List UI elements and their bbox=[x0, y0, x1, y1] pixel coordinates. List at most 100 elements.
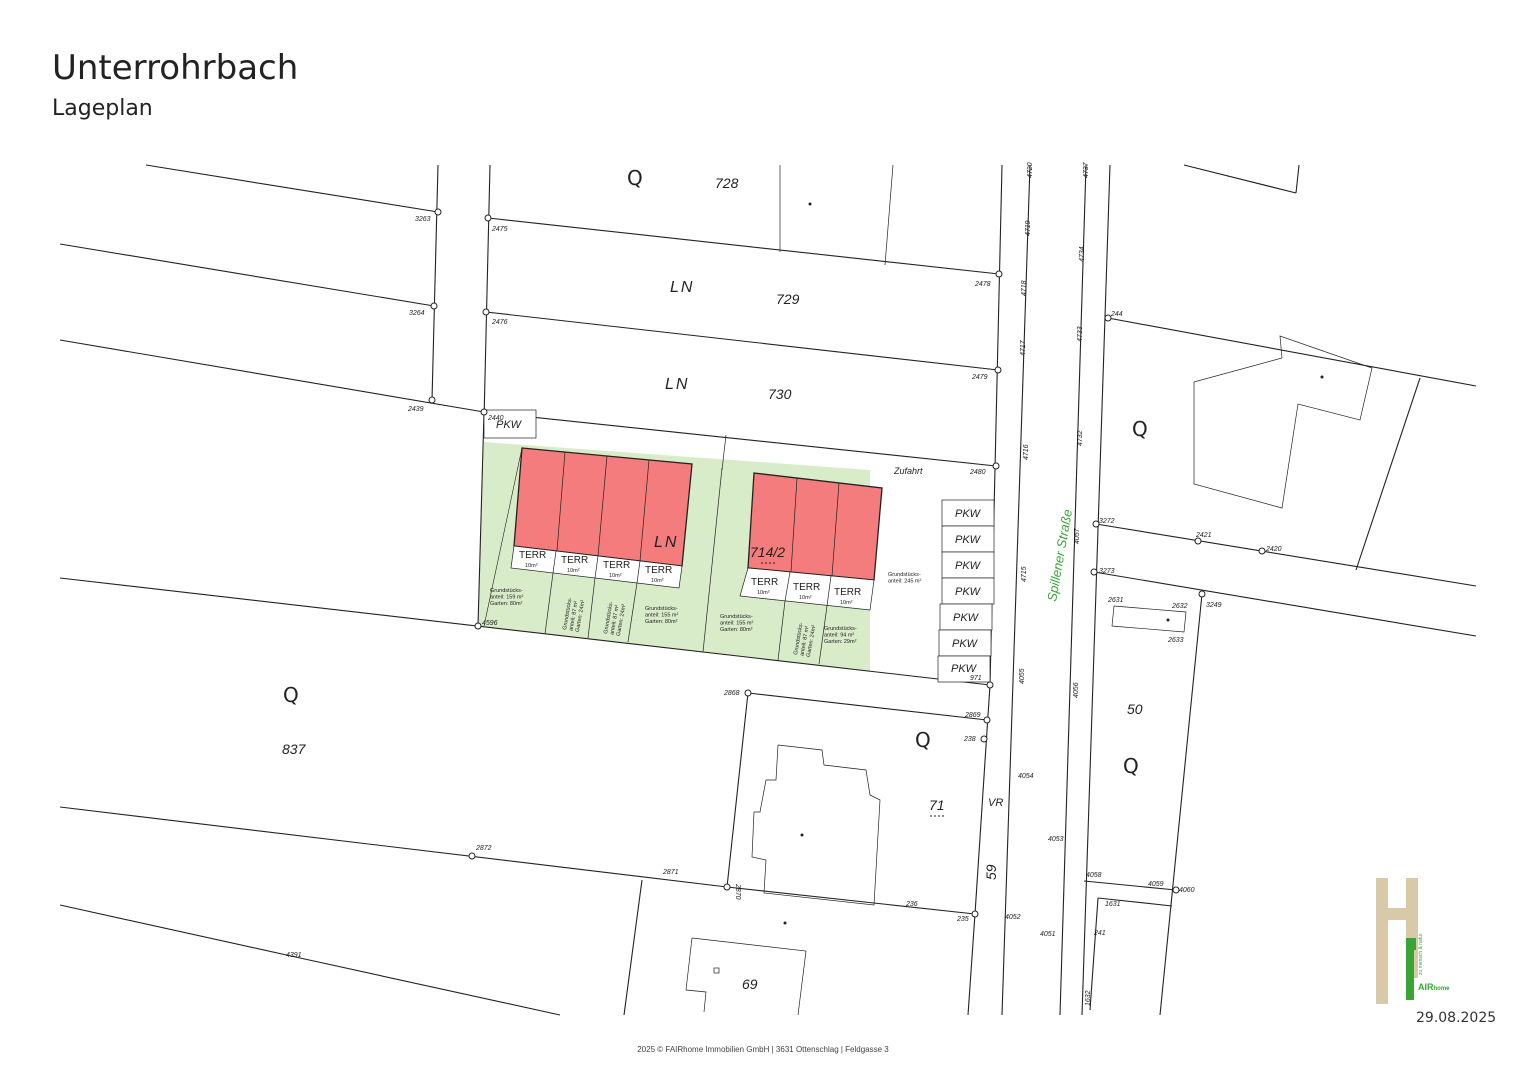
point-label: 2475 bbox=[491, 226, 508, 233]
logo-brand-suffix: home bbox=[1433, 986, 1450, 992]
point-label: 4715 bbox=[1021, 566, 1028, 582]
point-label: 3264 bbox=[409, 310, 425, 317]
plan-date: 29.08.2025 bbox=[1416, 1010, 1497, 1026]
house-block-east bbox=[747, 472, 883, 581]
point-label: 4719 bbox=[1025, 220, 1032, 236]
pkw-label: PKW bbox=[955, 560, 982, 572]
terr-label: TERR bbox=[793, 582, 820, 593]
terr-area: 10m² bbox=[609, 573, 622, 579]
point-label: 2870 bbox=[734, 883, 741, 900]
parcel-728: 728 bbox=[715, 175, 739, 191]
parcel-730: 730 bbox=[768, 386, 792, 402]
point-label: 4059 bbox=[1148, 881, 1164, 888]
point-label: 1631 bbox=[1105, 901, 1121, 908]
point-label: 2631 bbox=[1107, 597, 1124, 604]
pkw-label: PKW bbox=[955, 586, 982, 598]
logo-tagline: zu mensch & natur bbox=[1418, 933, 1424, 975]
point-label: 2633 bbox=[1167, 637, 1184, 644]
point-label: 4718 bbox=[1021, 280, 1028, 296]
lot-note-line: Garten: 80m² bbox=[490, 601, 523, 607]
lot-note-line: Garten: 80m² bbox=[720, 627, 753, 633]
usage-q-50: Q bbox=[1123, 754, 1139, 778]
point-label: 4737 bbox=[1083, 161, 1090, 178]
pkw-label: PKW bbox=[955, 508, 982, 520]
point-label: 4733 bbox=[1077, 326, 1084, 342]
point-label: 2480 bbox=[969, 469, 986, 476]
point-label: 4391 bbox=[286, 952, 302, 959]
usage-ln-714: LN bbox=[654, 534, 678, 551]
footer-copyright: 2025 © FAIRhome Immobilien GmbH | 3631 O… bbox=[637, 1045, 889, 1054]
lot-note-line: Grundstücks- bbox=[490, 588, 523, 594]
lot-note: Grundstücks-anteil: 155 m² Garten: 80m² bbox=[720, 614, 753, 633]
terr-label: TERR bbox=[834, 587, 861, 598]
point-label: 2869 bbox=[964, 712, 981, 719]
point-label: 4717 bbox=[1020, 339, 1027, 356]
parcel-50: 50 bbox=[1127, 701, 1143, 717]
terr-area: 10m² bbox=[651, 578, 664, 584]
lot-note-line: Grundstücks- bbox=[824, 626, 857, 632]
point-label: 238 bbox=[963, 736, 976, 743]
logo-brand: AIR bbox=[1418, 982, 1434, 992]
parcel-729: 729 bbox=[776, 291, 800, 307]
zufahrt-label: Zufahrt bbox=[893, 466, 923, 476]
parcel-69: 69 bbox=[742, 976, 758, 992]
usage-q-728: Q bbox=[627, 166, 643, 190]
point-label: 1632 bbox=[1085, 990, 1092, 1006]
lot-note-line: Grundstücks- bbox=[720, 614, 753, 620]
pkw-label: PKW bbox=[955, 534, 982, 546]
point-label: 3263 bbox=[415, 216, 431, 223]
point-label: 3273 bbox=[1099, 568, 1115, 575]
parcel-714-2: 714/2 bbox=[750, 544, 785, 560]
terr-label: TERR bbox=[561, 555, 588, 566]
usage-ln-730: LN bbox=[665, 376, 689, 393]
terr-area: 10m² bbox=[567, 568, 580, 574]
point-label: 2871 bbox=[662, 869, 679, 876]
pkw-label: PKW bbox=[953, 612, 980, 624]
point-label: 235 bbox=[956, 916, 969, 923]
lot-note-line: Garten: 80m² bbox=[645, 619, 678, 625]
lot-note-line: anteil: 155 m² bbox=[645, 613, 678, 619]
point-label: 4052 bbox=[1005, 914, 1021, 921]
point-label: 4051 bbox=[1040, 931, 1056, 938]
terr-label: TERR bbox=[645, 565, 672, 576]
lot-note-line: anteil: 94 m² bbox=[824, 633, 854, 639]
point-label: 4734 bbox=[1079, 246, 1086, 262]
usage-q-837: Q bbox=[283, 683, 299, 707]
point-label: 971 bbox=[970, 675, 982, 682]
point-label: 4732 bbox=[1077, 430, 1084, 446]
lot-note: Grundstücks-anteil: 159 m² Garten: 80m² bbox=[490, 588, 523, 607]
terr-label: TERR bbox=[603, 560, 630, 571]
point-label: 4056 bbox=[1073, 682, 1080, 698]
lot-note-line: anteil: 155 m² bbox=[720, 621, 753, 627]
usage-vr: VR bbox=[988, 797, 1003, 809]
point-label: 241 bbox=[1093, 930, 1106, 937]
parcel-837: 837 bbox=[282, 741, 307, 757]
point-label: 2421 bbox=[1195, 532, 1212, 539]
shared-area-note: Grundstücks-anteil: 245 m² bbox=[888, 572, 921, 585]
terr-area: 10m² bbox=[525, 563, 538, 569]
usage-q-east: Q bbox=[1132, 417, 1148, 441]
lot-note-line: Grundstücks- bbox=[888, 572, 921, 578]
point-label: 4058 bbox=[1086, 872, 1102, 879]
point-label: 4053 bbox=[1048, 836, 1064, 843]
point-label: 2420 bbox=[1265, 546, 1282, 553]
point-label: 2632 bbox=[1171, 603, 1188, 610]
street-name: Spillener Straße bbox=[1044, 508, 1075, 602]
point-label: 2872 bbox=[475, 845, 492, 852]
point-label: 244 bbox=[1110, 311, 1123, 318]
lot-note-line: anteil: 159 m² bbox=[490, 595, 523, 601]
site-plan-map: 728 729 730 837 50 71 69 714/2 59 LN LN … bbox=[59, 161, 1477, 1016]
pkw-label: PKW bbox=[951, 663, 978, 675]
point-label: 4057 bbox=[1074, 527, 1081, 544]
parcel-59: 59 bbox=[983, 864, 999, 880]
point-label: 2478 bbox=[974, 281, 991, 288]
terr-area: 10m² bbox=[799, 595, 812, 601]
usage-q-71: Q bbox=[915, 728, 931, 752]
point-label: 4060 bbox=[1179, 887, 1195, 894]
lot-note-line: anteil: 245 m² bbox=[888, 579, 921, 585]
terr-area: 10m² bbox=[757, 590, 770, 596]
usage-ln-729: LN bbox=[670, 279, 694, 296]
logo-wordmark: AIRhome bbox=[1418, 982, 1450, 992]
pkw-label: PKW bbox=[952, 638, 979, 650]
point-label: 3272 bbox=[1099, 518, 1115, 525]
